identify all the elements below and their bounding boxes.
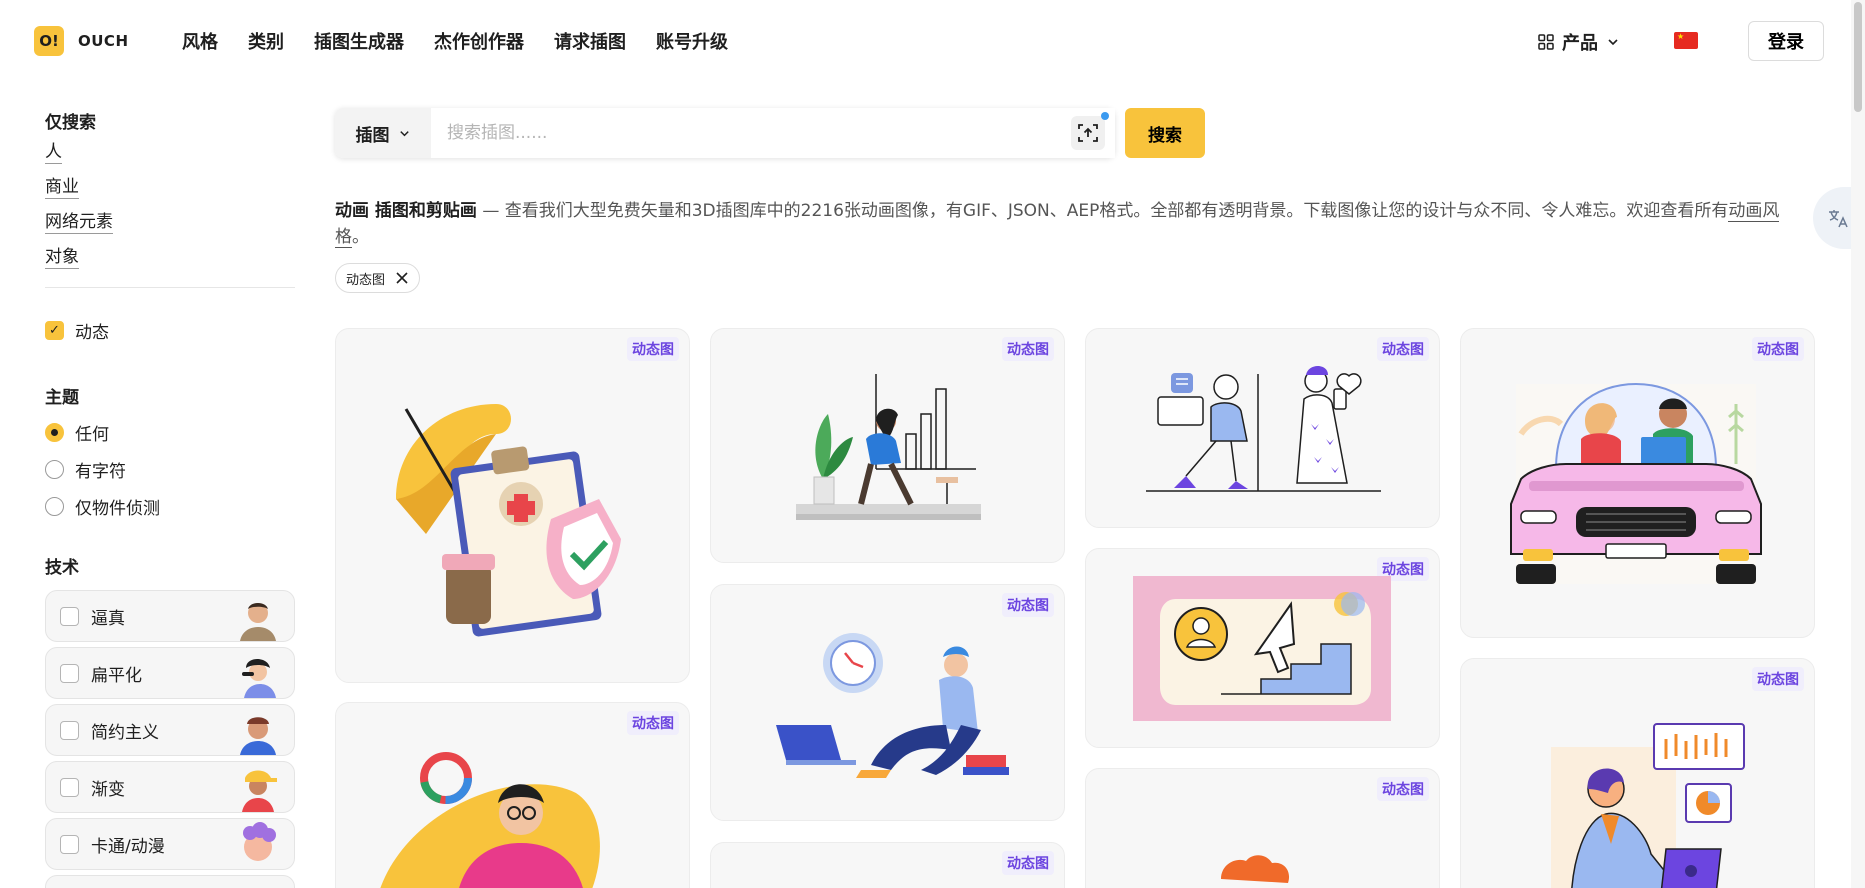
tech-item-label: 逼真 [91, 608, 125, 629]
description-end: 。 [352, 227, 369, 247]
search-input[interactable] [431, 108, 1115, 158]
nav-account-upgrade[interactable]: 账号升级 [656, 28, 728, 54]
scrollbar-thumb[interactable] [1854, 2, 1862, 112]
nav-styles[interactable]: 风格 [182, 28, 218, 54]
tech-item-cartoon-anime[interactable]: 卡通/动漫 [45, 818, 295, 870]
theme-option-label: 任何 [75, 425, 109, 445]
illustration-car-couple [1510, 382, 1762, 584]
animated-filter[interactable]: 动态 [45, 318, 295, 343]
image-search-glyph [1078, 124, 1098, 142]
search-only-link[interactable]: 人 [45, 141, 62, 164]
logo[interactable]: O! OUCH [34, 26, 129, 56]
search-button[interactable]: 搜索 [1125, 108, 1205, 158]
theme-title: 主题 [45, 388, 79, 408]
avatar [243, 822, 276, 861]
animated-badge: 动态图 [1002, 851, 1054, 875]
radio-selected[interactable] [45, 423, 64, 442]
top-navigation: O! OUCH 风格 类别 插图生成器 杰作创作器 请求插图 账号升级 产品 登… [0, 0, 1865, 82]
login-button[interactable]: 登录 [1748, 21, 1824, 61]
tech-item-partial[interactable] [45, 875, 295, 888]
illustration-card[interactable]: 动态图 [335, 328, 690, 683]
search-only-title: 仅搜索 [45, 113, 96, 133]
illustration-card[interactable]: 动态图 [1085, 328, 1440, 528]
illustration-card[interactable]: 动态图 [710, 842, 1065, 888]
image-search-icon[interactable] [1071, 112, 1109, 150]
radio[interactable] [45, 460, 64, 479]
nav-categories[interactable]: 类别 [248, 28, 284, 54]
avatar [242, 659, 276, 698]
search-only-link[interactable]: 对象 [45, 246, 79, 269]
checkbox[interactable] [60, 606, 79, 626]
illustration-trader-laptop [1551, 723, 1745, 888]
main-nav: 风格 类别 插图生成器 杰作创作器 请求插图 账号升级 [182, 28, 728, 54]
page-scrollbar[interactable] [1851, 0, 1865, 888]
tech-item-gradient[interactable]: 渐变 [45, 761, 295, 813]
chevron-down-icon [1608, 39, 1618, 46]
avatar [242, 770, 277, 812]
theme-option-any[interactable]: 任何 [45, 420, 295, 445]
product-menu[interactable]: 产品 [1538, 29, 1620, 55]
illustration-man-color-wheel [380, 752, 600, 888]
search-only-link[interactable]: 商业 [45, 176, 79, 199]
nav-masterpiece-creator[interactable]: 杰作创作器 [434, 28, 524, 54]
illustration-person-laptop-clock [776, 633, 1009, 778]
tech-item-minimalism[interactable]: 简约主义 [45, 704, 295, 756]
search-only-link[interactable]: 网络元素 [45, 211, 113, 234]
translate-glyph [1829, 210, 1848, 228]
illustration-card[interactable]: 动态图 [1085, 768, 1440, 888]
nav-illustration-generator[interactable]: 插图生成器 [314, 28, 404, 54]
illustration-partial-shape [1221, 855, 1290, 883]
tech-item-label: 简约主义 [91, 722, 159, 743]
illustration-card[interactable]: 动态图 [335, 702, 690, 888]
illustration-woman-chart [796, 374, 981, 520]
product-label: 产品 [1562, 33, 1598, 54]
tech-item-flat[interactable]: 扁平化 [45, 647, 295, 699]
tech-title: 技术 [45, 558, 79, 578]
checkbox[interactable] [60, 663, 79, 683]
notification-dot [1101, 112, 1109, 120]
avatar [240, 603, 276, 641]
illustration-card[interactable]: 动态图 [1460, 328, 1815, 638]
chevron-down-icon [399, 130, 409, 136]
theme-option-label: 有字符 [75, 462, 126, 482]
illustration-card[interactable]: 动态图 [710, 584, 1065, 821]
illustration-card[interactable]: 动态图 [1085, 548, 1440, 748]
page-description: 动画 插图和剪贴画 — 查看我们大型免费矢量和3D插图库中的2216张动画图像，… [335, 198, 1800, 250]
illustration-career-growth [1133, 576, 1391, 721]
check-icon[interactable] [45, 321, 64, 340]
nav-request-illustration[interactable]: 请求插图 [554, 28, 626, 54]
avatar [240, 717, 276, 755]
tech-item-label: 渐变 [91, 779, 125, 800]
checkbox[interactable] [60, 777, 79, 797]
search-bar: 插图 [335, 108, 1115, 158]
illustration-umbrella-clipboard [396, 404, 621, 637]
checkbox[interactable] [60, 834, 79, 854]
animated-label: 动态 [75, 323, 109, 343]
tech-item-label: 扁平化 [91, 665, 142, 686]
active-filter-chip[interactable]: 动态图 [335, 263, 421, 293]
checkbox[interactable] [60, 720, 79, 740]
illustration-card[interactable]: 动态图 [1460, 658, 1815, 888]
illustration-card[interactable]: 动态图 [710, 328, 1065, 563]
theme-option-label: 仅物件侦测 [75, 499, 160, 519]
tech-item-label: 卡通/动漫 [91, 836, 165, 857]
close-icon[interactable] [395, 271, 409, 285]
grid-icon [1538, 34, 1554, 50]
logo-mark: O! [34, 26, 64, 56]
chip-label: 动态图 [346, 272, 386, 288]
illustration-social-couple [1146, 366, 1381, 492]
radio[interactable] [45, 497, 64, 516]
theme-option-with-characters[interactable]: 有字符 [45, 457, 295, 482]
search-type-label: 插图 [355, 125, 390, 146]
description-title: 动画 插图和剪贴画 [335, 201, 477, 221]
divider [45, 287, 295, 288]
tech-item-realistic[interactable]: 逼真 [45, 590, 295, 642]
flag-icon[interactable] [1674, 32, 1698, 49]
theme-option-objects-only[interactable]: 仅物件侦测 [45, 494, 295, 519]
description-text: — 查看我们大型免费矢量和3D插图库中的2216张动画图像，有GIF、JSON、… [476, 201, 1729, 221]
page: O! OUCH 风格 类别 插图生成器 杰作创作器 请求插图 账号升级 产品 登… [0, 0, 1865, 888]
search-type-dropdown[interactable]: 插图 [335, 108, 431, 158]
filter-sidebar: 仅搜索 人 商业 网络元素 对象 动态 主题 任何 有字符 仅物件侦测 技术 逼… [45, 108, 295, 888]
logo-text: OUCH [78, 32, 129, 50]
